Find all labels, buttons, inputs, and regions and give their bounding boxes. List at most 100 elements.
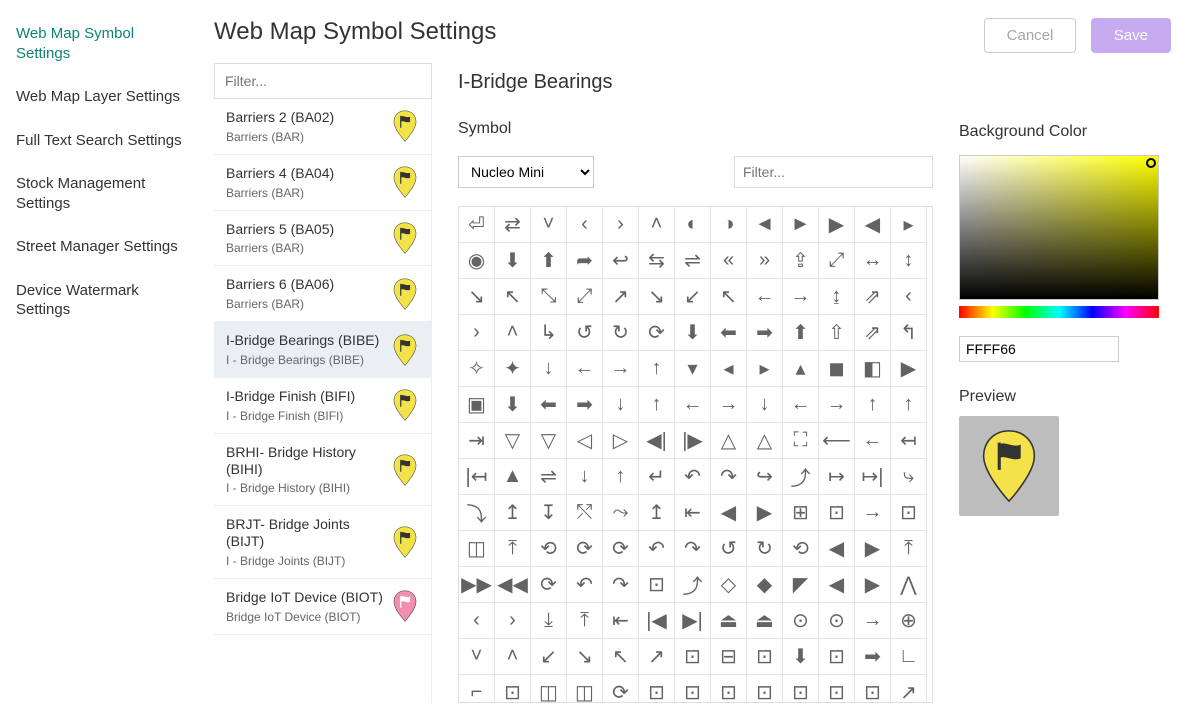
symbol-option[interactable]: ⏏ [711,603,747,639]
symbol-option[interactable]: △ [711,423,747,459]
symbol-option[interactable]: ⇗ [855,315,891,351]
symbol-option[interactable]: ◫ [567,675,603,703]
symbol-option[interactable]: → [711,387,747,423]
symbol-grid-container[interactable]: ⏎⇄˅‹›˄◐◑◄►▶◀▸◉⬇⬆➦↩⇆⇌«»⇪⤢↔↕↘↖⤡⤢↗↘↙↖←→↨⇗‹›… [458,206,933,703]
symbol-option[interactable]: ◀ [855,207,891,243]
symbol-option[interactable]: ⬅ [531,387,567,423]
symbol-option[interactable]: ⊙ [819,603,855,639]
symbol-option[interactable]: ↗ [603,279,639,315]
symbol-option[interactable]: « [711,243,747,279]
symbol-option[interactable]: ➦ [567,243,603,279]
symbol-option[interactable]: ↙ [675,279,711,315]
asset-item[interactable]: BRJT- Bridge Joints (BIJT)I - Bridge Joi… [214,506,431,579]
symbol-option[interactable]: ⬇ [495,387,531,423]
symbol-option[interactable]: ▸ [747,351,783,387]
symbol-option[interactable]: ⬇ [495,243,531,279]
symbol-option[interactable]: ▶| [675,603,711,639]
symbol-option[interactable]: → [603,351,639,387]
symbol-option[interactable]: ↑ [639,351,675,387]
symbol-option[interactable]: ⊟ [711,639,747,675]
symbol-option[interactable]: ↓ [747,387,783,423]
symbol-option[interactable]: ✧ [459,351,495,387]
symbol-option[interactable]: ⋀ [891,567,927,603]
symbol-option[interactable]: ⊡ [747,675,783,703]
symbol-option[interactable]: ↗ [891,675,927,703]
symbol-option[interactable]: › [495,603,531,639]
symbol-option[interactable]: ˅ [459,639,495,675]
symbol-option[interactable]: ⤵ [459,495,495,531]
symbol-option[interactable]: ⇌ [675,243,711,279]
symbol-option[interactable]: ⏎ [459,207,495,243]
symbol-option[interactable]: ⊡ [639,675,675,703]
symbol-option[interactable]: ↺ [567,315,603,351]
symbol-option[interactable]: ↵ [639,459,675,495]
asset-filter-input[interactable] [214,63,432,99]
symbol-option[interactable]: ◧ [855,351,891,387]
symbol-option[interactable]: ‹ [567,207,603,243]
symbol-option[interactable]: ↑ [639,387,675,423]
symbol-option[interactable]: » [747,243,783,279]
symbol-option[interactable]: ↷ [675,531,711,567]
symbol-option[interactable]: ⊡ [855,675,891,703]
asset-item[interactable]: Barriers 4 (BA04)Barriers (BAR) [214,155,431,211]
symbol-option[interactable]: ˄ [495,639,531,675]
symbol-option[interactable]: ⬆ [783,315,819,351]
symbol-option[interactable]: ► [783,207,819,243]
symbol-option[interactable]: |↤ [459,459,495,495]
symbol-option[interactable]: ↕ [891,243,927,279]
symbol-option[interactable]: ◂ [711,351,747,387]
symbol-option[interactable]: ↑ [891,387,927,423]
symbol-option[interactable]: ↻ [603,315,639,351]
symbol-option[interactable]: ↶ [567,567,603,603]
nav-item[interactable]: Web Map Layer Settings [16,81,200,125]
symbol-filter-input[interactable] [734,156,933,188]
symbol-option[interactable]: ▶ [855,531,891,567]
symbol-option[interactable]: ⊡ [495,675,531,703]
symbol-option[interactable]: ◫ [459,531,495,567]
symbol-option[interactable]: ◤ [783,567,819,603]
symbol-option[interactable]: ⇪ [783,243,819,279]
save-button[interactable]: Save [1091,18,1171,53]
symbol-option[interactable]: → [819,387,855,423]
symbol-option[interactable]: ⊡ [675,675,711,703]
symbol-option[interactable]: ⟳ [567,531,603,567]
symbol-option[interactable]: ← [855,423,891,459]
color-gradient-picker[interactable] [959,155,1159,300]
symbol-option[interactable]: ⊡ [819,639,855,675]
symbol-option[interactable]: ⤢ [819,243,855,279]
symbol-option[interactable]: ➡ [855,639,891,675]
symbol-option[interactable]: ◉ [459,243,495,279]
symbol-option[interactable]: ↥ [639,495,675,531]
symbol-option[interactable]: ‹ [891,279,927,315]
symbol-option[interactable]: ⬇ [675,315,711,351]
symbol-option[interactable]: ✦ [495,351,531,387]
symbol-option[interactable]: ↘ [639,279,675,315]
symbol-option[interactable]: ◁ [567,423,603,459]
symbol-option[interactable]: ⊡ [819,675,855,703]
symbol-option[interactable]: ∟ [891,639,927,675]
symbol-option[interactable]: ◀ [819,567,855,603]
symbol-option[interactable]: → [855,603,891,639]
symbol-option[interactable]: ⤳ [603,495,639,531]
asset-list[interactable]: Barriers 2 (BA02)Barriers (BAR)Barriers … [214,99,432,703]
symbol-option[interactable]: ⟳ [531,567,567,603]
asset-item[interactable]: Bridge IoT Device (BIOT)Bridge IoT Devic… [214,579,431,635]
symbol-option[interactable]: ⇄ [495,207,531,243]
symbol-option[interactable]: ▣ [459,387,495,423]
symbol-option[interactable]: ⊡ [675,639,711,675]
symbol-option[interactable]: ◄ [747,207,783,243]
symbol-option[interactable]: ▽ [531,423,567,459]
symbol-option[interactable]: ⌐ [459,675,495,703]
symbol-option[interactable]: ▶ [855,567,891,603]
symbol-option[interactable]: ⟲ [783,531,819,567]
symbol-option[interactable]: ⊕ [891,603,927,639]
nav-item[interactable]: Device Watermark Settings [16,275,200,338]
symbol-option[interactable]: ⇆ [639,243,675,279]
symbol-option[interactable]: ▶ [819,207,855,243]
symbol-option[interactable]: ⊞ [783,495,819,531]
symbol-option[interactable]: ↷ [603,567,639,603]
symbol-option[interactable]: |▶ [675,423,711,459]
symbol-option[interactable]: ↧ [531,495,567,531]
symbol-option[interactable]: ▾ [675,351,711,387]
asset-item[interactable]: Barriers 5 (BA05)Barriers (BAR) [214,211,431,267]
